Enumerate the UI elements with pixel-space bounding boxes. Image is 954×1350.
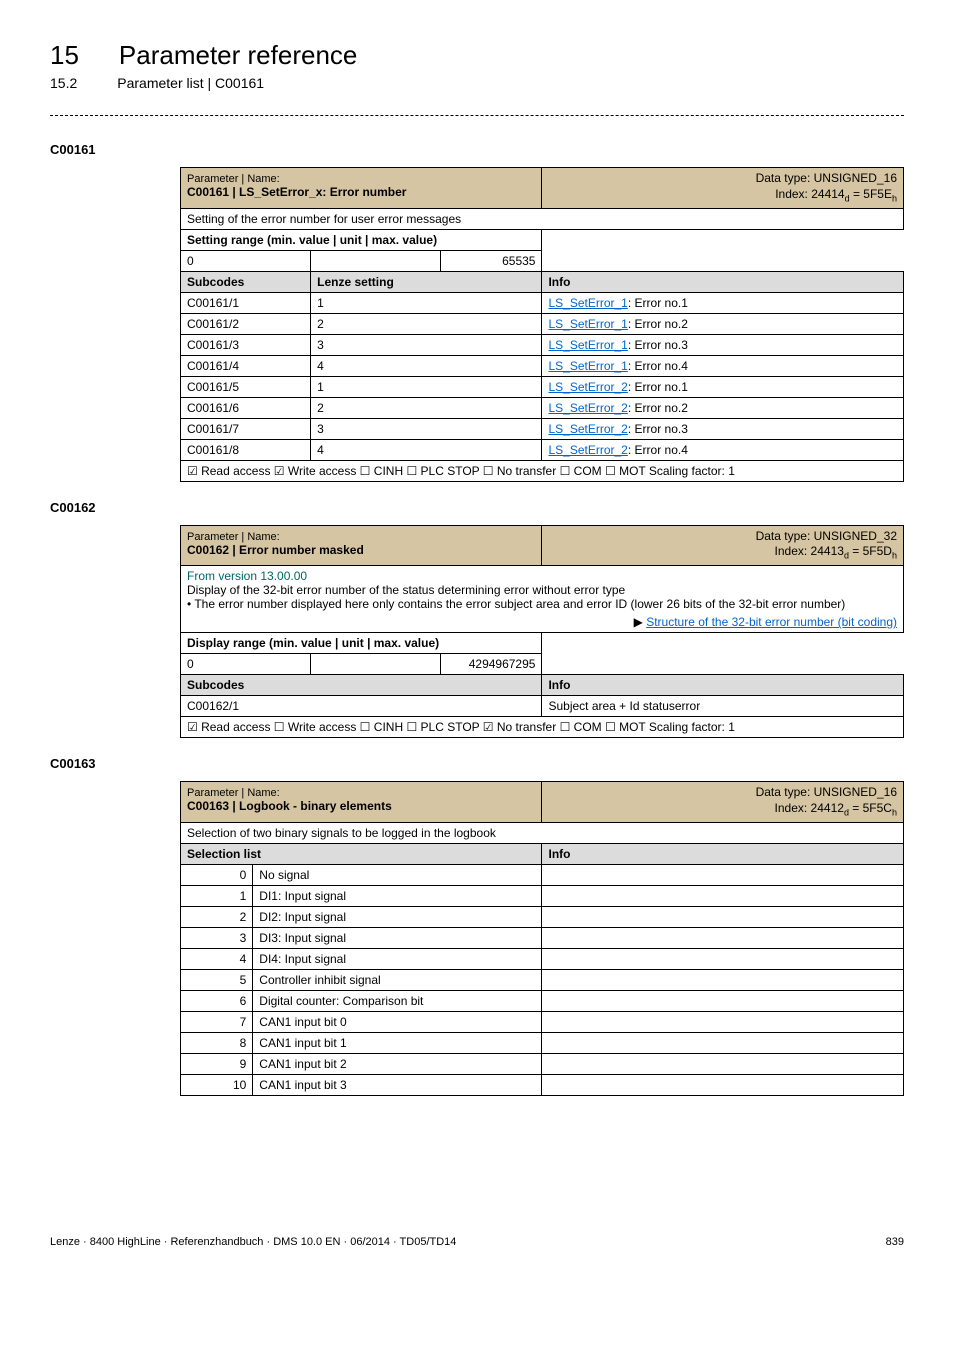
datatype-line2: Index: 24414d = 5F5Eh <box>775 187 897 201</box>
table-row: 10CAN1 input bit 3 <box>181 1075 904 1096</box>
link-ls-seterror[interactable]: LS_SetError_2 <box>548 422 627 436</box>
table-row: C00161/44LS_SetError_1: Error no.4 <box>181 355 904 376</box>
link-ls-seterror[interactable]: LS_SetError_2 <box>548 443 627 457</box>
link-ls-seterror[interactable]: LS_SetError_1 <box>548 338 627 352</box>
table-row: 7CAN1 input bit 0 <box>181 1012 904 1033</box>
min-value: 0 <box>181 654 311 675</box>
param-label: Parameter | Name: <box>187 531 280 543</box>
datatype-line1: Data type: UNSIGNED_16 <box>756 785 897 799</box>
param-name: C00162 | Error number masked <box>187 543 364 557</box>
col-subcodes: Subcodes <box>181 271 311 292</box>
bullet-note: • The error number displayed here only c… <box>187 597 845 611</box>
section-number: 15.2 <box>50 75 77 91</box>
display-description: Display of the 32-bit error number of th… <box>187 583 625 597</box>
table-row: C00162/1Subject area + Id statuserror <box>181 696 904 717</box>
table-c00163: Parameter | Name: C00163 | Logbook - bin… <box>180 781 904 1096</box>
param-label: Parameter | Name: <box>187 787 280 799</box>
table-row: 5Controller inhibit signal <box>181 970 904 991</box>
param-name: C00163 | Logbook - binary elements <box>187 799 392 813</box>
col-selection-list: Selection list <box>181 844 542 865</box>
table-c00161: Parameter | Name: C00161 | LS_SetError_x… <box>180 167 904 482</box>
access-footer: ☑ Read access ☑ Write access ☐ CINH ☐ PL… <box>181 460 904 481</box>
col-info: Info <box>542 675 904 696</box>
table-row: C00161/73LS_SetError_2: Error no.3 <box>181 418 904 439</box>
datatype-line1: Data type: UNSIGNED_32 <box>756 529 897 543</box>
table-row: 8CAN1 input bit 1 <box>181 1033 904 1054</box>
link-ls-seterror[interactable]: LS_SetError_1 <box>548 296 627 310</box>
param-name: C00161 | LS_SetError_x: Error number <box>187 185 406 199</box>
version-note: From version 13.00.00 <box>187 569 307 583</box>
link-ls-seterror[interactable]: LS_SetError_2 <box>548 380 627 394</box>
max-value: 65535 <box>441 250 542 271</box>
page-number: 839 <box>886 1236 904 1248</box>
table-row: 2DI2: Input signal <box>181 907 904 928</box>
table-row: 0No signal <box>181 865 904 886</box>
link-structure-32bit[interactable]: Structure of the 32-bit error number (bi… <box>646 615 897 629</box>
col-subcodes: Subcodes <box>181 675 542 696</box>
table-row: C00161/11LS_SetError_1: Error no.1 <box>181 292 904 313</box>
param-code-c00162: C00162 <box>50 500 904 515</box>
display-range-label: Display range (min. value | unit | max. … <box>181 633 542 654</box>
datatype-line2: Index: 24413d = 5F5Dh <box>775 544 897 558</box>
col-info: Info <box>542 844 904 865</box>
table-row: C00161/33LS_SetError_1: Error no.3 <box>181 334 904 355</box>
table-row: C00161/62LS_SetError_2: Error no.2 <box>181 397 904 418</box>
chapter-number: 15 <box>50 40 79 71</box>
table-row: C00161/22LS_SetError_1: Error no.2 <box>181 313 904 334</box>
section-title: Parameter list | C00161 <box>117 75 264 91</box>
param-label: Parameter | Name: <box>187 173 280 185</box>
link-ls-seterror[interactable]: LS_SetError_2 <box>548 401 627 415</box>
setting-range-label: Setting range (min. value | unit | max. … <box>181 229 542 250</box>
col-info: Info <box>542 271 904 292</box>
min-value: 0 <box>181 250 311 271</box>
footer-left: Lenze · 8400 HighLine · Referenzhandbuch… <box>50 1236 456 1248</box>
table-row: C00161/51LS_SetError_2: Error no.1 <box>181 376 904 397</box>
table-row: 9CAN1 input bit 2 <box>181 1054 904 1075</box>
triangle-icon: ▶ <box>634 615 647 629</box>
table-row: 3DI3: Input signal <box>181 928 904 949</box>
access-footer: ☑ Read access ☐ Write access ☐ CINH ☐ PL… <box>181 717 904 738</box>
table-row: C00161/84LS_SetError_2: Error no.4 <box>181 439 904 460</box>
param-code-c00163: C00163 <box>50 756 904 771</box>
link-ls-seterror[interactable]: LS_SetError_1 <box>548 317 627 331</box>
param-code-c00161: C00161 <box>50 142 904 157</box>
col-lenze: Lenze setting <box>311 271 542 292</box>
datatype-line1: Data type: UNSIGNED_16 <box>756 171 897 185</box>
table-c00162: Parameter | Name: C00162 | Error number … <box>180 525 904 739</box>
max-value: 4294967295 <box>441 654 542 675</box>
table-row: 4DI4: Input signal <box>181 949 904 970</box>
param-description: Selection of two binary signals to be lo… <box>181 823 904 844</box>
table-row: 6Digital counter: Comparison bit <box>181 991 904 1012</box>
datatype-line2: Index: 24412d = 5F5Ch <box>775 801 897 815</box>
chapter-title: Parameter reference <box>119 40 357 71</box>
divider <box>50 115 904 116</box>
param-description: Setting of the error number for user err… <box>181 208 904 229</box>
link-ls-seterror[interactable]: LS_SetError_1 <box>548 359 627 373</box>
table-row: 1DI1: Input signal <box>181 886 904 907</box>
